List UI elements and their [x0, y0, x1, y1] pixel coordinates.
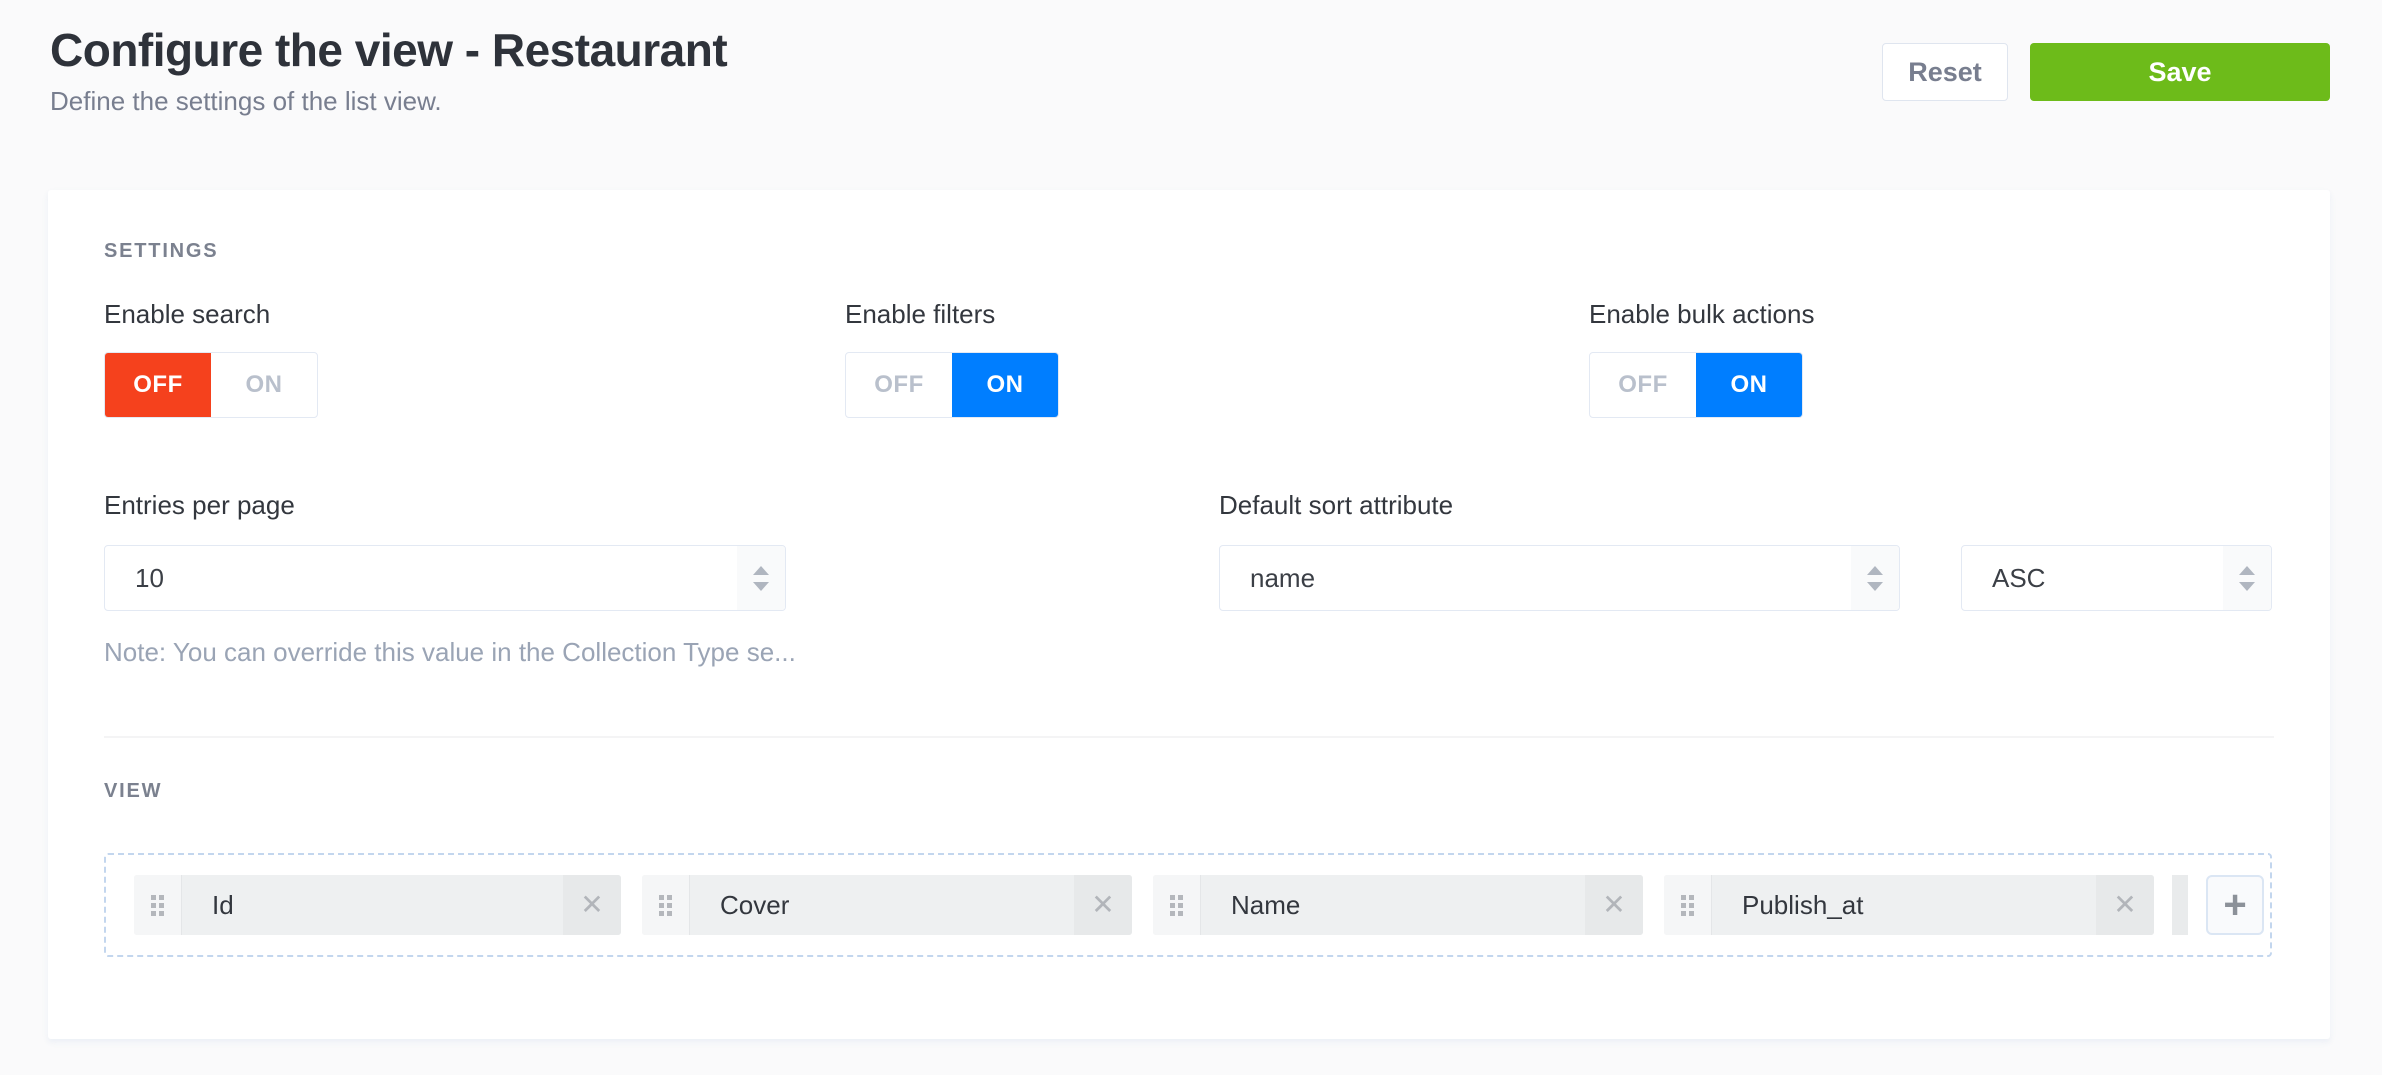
select-spinner-icon[interactable] — [2223, 546, 2271, 610]
enable-filters-group: Enable filters OFF ON — [845, 298, 1059, 418]
drag-handle[interactable] — [1664, 875, 1712, 935]
sort-attribute-select[interactable]: name — [1219, 545, 1900, 611]
enable-search-on-option[interactable]: ON — [211, 353, 317, 417]
enable-filters-on-option[interactable]: ON — [952, 353, 1058, 417]
remove-field-icon[interactable]: ✕ — [1074, 875, 1132, 935]
header-actions: Reset Save — [1882, 43, 2330, 116]
enable-bulk-actions-on-option[interactable]: ON — [1696, 353, 1802, 417]
reset-button[interactable]: Reset — [1882, 43, 2008, 101]
enable-search-label: Enable search — [104, 298, 318, 330]
field-chip-label: Publish_at — [1712, 875, 2096, 935]
sort-attribute-value: name — [1220, 563, 1851, 594]
entries-per-page-value: 10 — [105, 563, 737, 594]
page-title: Configure the view - Restaurant — [50, 22, 727, 78]
settings-card: SETTINGS Enable search OFF ON Enable fil… — [48, 190, 2330, 1039]
enable-bulk-actions-off-option[interactable]: OFF — [1590, 353, 1696, 417]
drag-dots-icon — [659, 895, 672, 916]
entries-per-page-note: Note: You can override this value in the… — [104, 637, 796, 668]
enable-search-toggle[interactable]: OFF ON — [104, 352, 318, 418]
drag-dots-icon — [1170, 895, 1183, 916]
drag-dots-icon — [151, 895, 164, 916]
field-chip-publish-at[interactable]: Publish_at ✕ — [1664, 875, 2154, 935]
add-field-button[interactable]: + — [2206, 875, 2264, 935]
field-chip-label: Id — [182, 875, 563, 935]
chevron-up-icon — [753, 566, 769, 575]
select-spinner-icon[interactable] — [1851, 546, 1899, 610]
enable-filters-off-option[interactable]: OFF — [846, 353, 952, 417]
page-header: Configure the view - Restaurant Define t… — [50, 22, 2330, 116]
enable-filters-label: Enable filters — [845, 298, 1059, 330]
settings-section-title: SETTINGS — [104, 240, 218, 263]
entries-per-page-select[interactable]: 10 — [104, 545, 786, 611]
enable-bulk-actions-toggle[interactable]: OFF ON — [1589, 352, 1803, 418]
entries-per-page-label: Entries per page — [104, 489, 796, 521]
remove-field-icon[interactable]: ✕ — [563, 875, 621, 935]
view-fields-dropzone: Id ✕ Cover ✕ Name ✕ — [104, 853, 2272, 957]
entries-per-page-group: Entries per page 10 Note: You can overri… — [104, 489, 796, 668]
enable-bulk-actions-label: Enable bulk actions — [1589, 298, 1814, 330]
default-sort-label: Default sort attribute — [1219, 489, 2272, 521]
default-sort-selects: name ASC — [1219, 521, 2272, 611]
chevron-down-icon — [2239, 582, 2255, 591]
drag-dots-icon — [1681, 895, 1694, 916]
chevron-up-icon — [1867, 566, 1883, 575]
chevron-down-icon — [753, 582, 769, 591]
drag-placeholder — [2172, 875, 2188, 935]
field-chip-cover[interactable]: Cover ✕ — [642, 875, 1132, 935]
default-sort-group: Default sort attribute name ASC — [1219, 489, 2272, 611]
chevron-up-icon — [2239, 566, 2255, 575]
page-subtitle: Define the settings of the list view. — [50, 86, 727, 116]
drag-handle[interactable] — [1153, 875, 1201, 935]
select-spinner-icon[interactable] — [737, 546, 785, 610]
field-chip-label: Cover — [690, 875, 1074, 935]
sort-order-value: ASC — [1962, 563, 2223, 594]
header-titles: Configure the view - Restaurant Define t… — [50, 22, 727, 116]
sort-order-select[interactable]: ASC — [1961, 545, 2272, 611]
save-button[interactable]: Save — [2030, 43, 2330, 101]
field-chip-label: Name — [1201, 875, 1585, 935]
drag-handle[interactable] — [642, 875, 690, 935]
enable-filters-toggle[interactable]: OFF ON — [845, 352, 1059, 418]
remove-field-icon[interactable]: ✕ — [2096, 875, 2154, 935]
enable-search-group: Enable search OFF ON — [104, 298, 318, 418]
chevron-down-icon — [1867, 582, 1883, 591]
enable-bulk-actions-group: Enable bulk actions OFF ON — [1589, 298, 1814, 418]
enable-search-off-option[interactable]: OFF — [105, 353, 211, 417]
drag-handle[interactable] — [134, 875, 182, 935]
section-divider — [104, 736, 2274, 738]
remove-field-icon[interactable]: ✕ — [1585, 875, 1643, 935]
field-chip-id[interactable]: Id ✕ — [134, 875, 621, 935]
field-chip-name[interactable]: Name ✕ — [1153, 875, 1643, 935]
view-section-title: VIEW — [104, 780, 162, 803]
